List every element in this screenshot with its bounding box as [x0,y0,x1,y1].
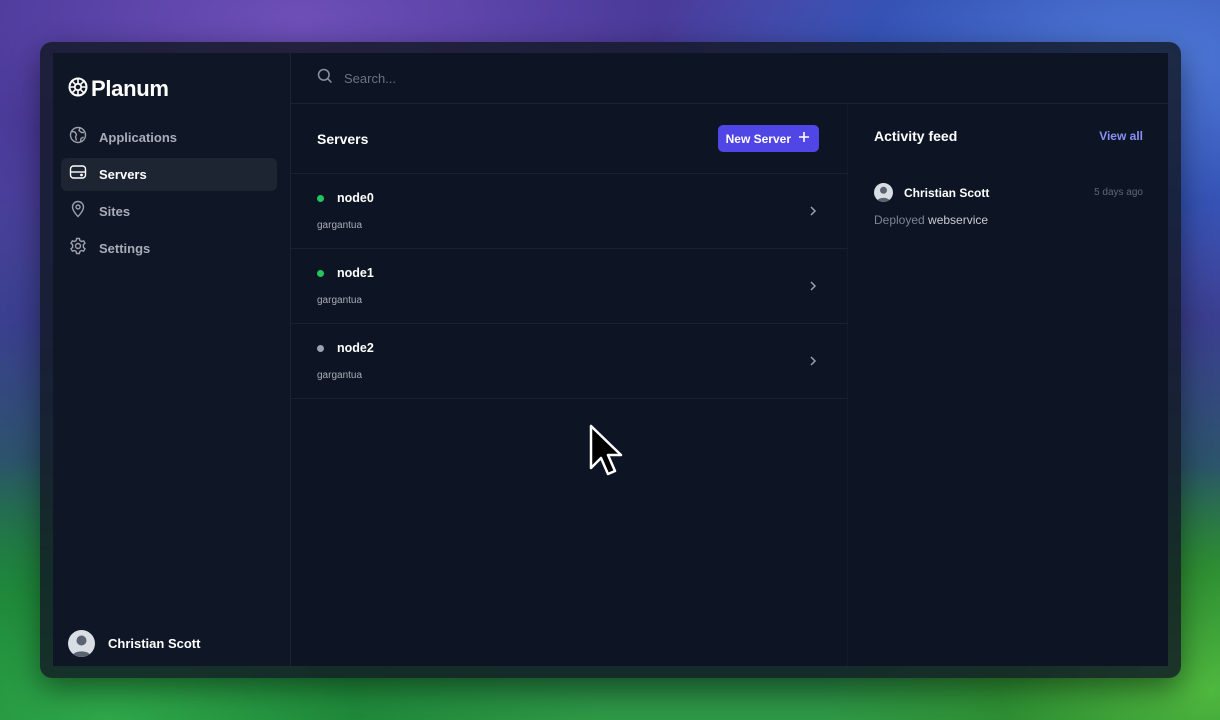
servers-panel: Servers New Server node0 gargantua node1… [291,104,848,666]
server-name: node1 [337,266,374,280]
sidebar-nav: Applications Servers Sites Settings [61,121,277,269]
status-dot [317,344,324,352]
activity-title: Activity feed [874,128,958,144]
server-row-node1[interactable]: node1 gargantua [291,249,847,324]
sidebar: Planum Applications Servers Sites Settin… [53,53,291,666]
sidebar-item-label: Servers [99,167,147,182]
chevron-right-icon [809,204,817,222]
status-dot [317,269,324,277]
gear-icon [69,237,87,260]
activity-item-header: Christian Scott 5 days ago [874,183,1143,202]
mouse-pointer-icon [588,424,624,485]
activity-description: Deployed webservice [874,213,1143,227]
plus-icon [798,131,810,146]
user-profile[interactable]: Christian Scott [68,630,200,657]
search-input[interactable] [344,70,744,86]
activity-time: 5 days ago [1094,187,1143,198]
servers-header: Servers New Server [291,104,847,174]
activity-item: Christian Scott 5 days ago Deployed webs… [874,183,1143,227]
new-server-button[interactable]: New Server [717,125,819,152]
server-row-header: node1 [317,266,374,280]
chevron-right-icon [809,354,817,372]
avatar [874,183,893,202]
sidebar-item-label: Settings [99,241,151,256]
content: Servers New Server node0 gargantua node1… [291,104,1168,666]
main-area: Servers New Server node0 gargantua [291,53,1168,666]
server-name: node0 [337,191,374,205]
sidebar-item-servers[interactable]: Servers [61,158,277,191]
globe-icon [69,126,87,149]
server-icon [69,163,87,186]
activity-header: Activity feed View all [874,104,1143,168]
server-host: gargantua [317,370,363,381]
activity-panel: Activity feed View all Christian Scott 5… [848,104,1168,666]
search-icon [317,68,333,89]
servers-title: Servers [317,130,369,147]
server-row-header: node0 [317,191,374,205]
sidebar-item-label: Applications [99,130,178,145]
avatar [68,630,95,657]
sidebar-item-label: Sites [99,204,131,219]
sidebar-item-settings[interactable]: Settings [61,232,277,265]
server-host: gargantua [317,220,363,231]
activity-user: Christian Scott [904,185,990,200]
activity-action: Deployed [874,213,925,227]
server-row-node2[interactable]: node2 gargantua [291,324,847,399]
view-all-link[interactable]: View all [1099,129,1143,143]
new-server-button-label: New Server [725,131,791,146]
planum-logo-icon [68,77,88,102]
server-row-node0[interactable]: node0 gargantua [291,174,847,249]
brand-logo[interactable]: Planum [68,76,169,102]
server-name: node2 [337,341,374,355]
server-host: gargantua [317,295,363,306]
search-bar [291,53,1168,104]
brand-name: Planum [91,76,169,101]
sidebar-item-sites[interactable]: Sites [61,195,277,228]
activity-target: webservice [928,213,989,227]
app-window: Planum Applications Servers Sites Settin… [53,53,1168,666]
user-name: Christian Scott [108,636,201,651]
chevron-right-icon [809,279,817,297]
status-dot [317,194,324,202]
map-pin-icon [69,200,87,223]
sidebar-item-applications[interactable]: Applications [61,121,277,154]
server-row-header: node2 [317,341,374,355]
